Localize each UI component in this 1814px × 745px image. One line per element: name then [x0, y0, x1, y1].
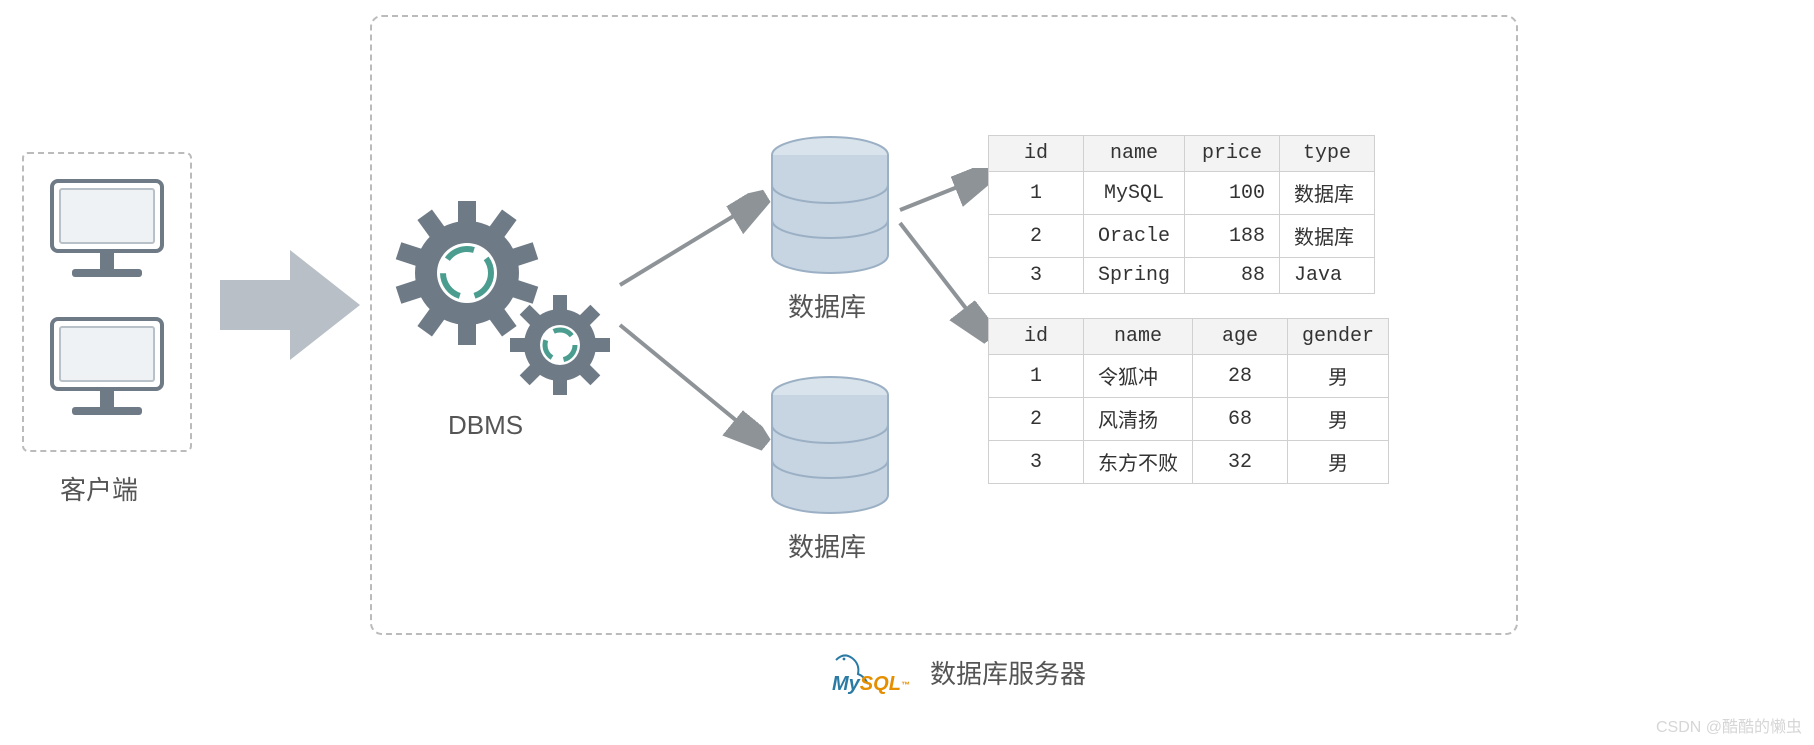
arrow-dbms-to-db1	[615, 185, 775, 295]
table-row: 3 东方不败 32 男	[989, 441, 1389, 484]
client-box	[22, 152, 192, 452]
dbms-label: DBMS	[448, 410, 523, 441]
table-row: 1 MySQL 100 数据库	[989, 172, 1375, 215]
database-icon	[760, 135, 900, 285]
database-label: 数据库	[788, 287, 866, 324]
database-label: 数据库	[788, 527, 866, 564]
server-label: 数据库服务器	[930, 654, 1086, 691]
col-header: id	[989, 319, 1084, 355]
col-header: id	[989, 136, 1084, 172]
table-row: 3 Spring 88 Java	[989, 258, 1375, 294]
col-header: age	[1193, 319, 1288, 355]
col-header: name	[1084, 136, 1185, 172]
col-header: name	[1084, 319, 1193, 355]
col-header: price	[1185, 136, 1280, 172]
logo-sql: SQL	[860, 673, 901, 694]
monitor-icon	[42, 311, 172, 431]
arrow-dbms-to-db2	[615, 315, 775, 455]
svg-text:MySQL™: MySQL™	[832, 673, 910, 694]
table-row: 2 风清扬 68 男	[989, 398, 1389, 441]
mysql-logo-icon: MySQL™	[830, 650, 922, 694]
logo-tm: ™	[901, 680, 910, 690]
col-header: gender	[1288, 319, 1389, 355]
table-row: 2 Oracle 188 数据库	[989, 215, 1375, 258]
data-table-products: id name price type 1 MySQL 100 数据库 2 Ora…	[988, 135, 1375, 294]
watermark-text: CSDN @酷酷的懒虫	[1656, 713, 1802, 737]
data-table-users: id name age gender 1 令狐冲 28 男 2 风清扬 68 男…	[988, 318, 1389, 484]
arrow-client-to-server	[210, 240, 370, 370]
table-row: 1 令狐冲 28 男	[989, 355, 1389, 398]
client-label: 客户端	[60, 470, 138, 507]
col-header: type	[1280, 136, 1375, 172]
monitor-icon	[42, 173, 172, 293]
logo-my: My	[832, 673, 861, 694]
arrow-db-to-table2	[895, 215, 995, 345]
database-icon	[760, 375, 900, 525]
gears-icon	[395, 195, 625, 405]
server-label-row: MySQL™ 数据库服务器	[830, 650, 1086, 694]
